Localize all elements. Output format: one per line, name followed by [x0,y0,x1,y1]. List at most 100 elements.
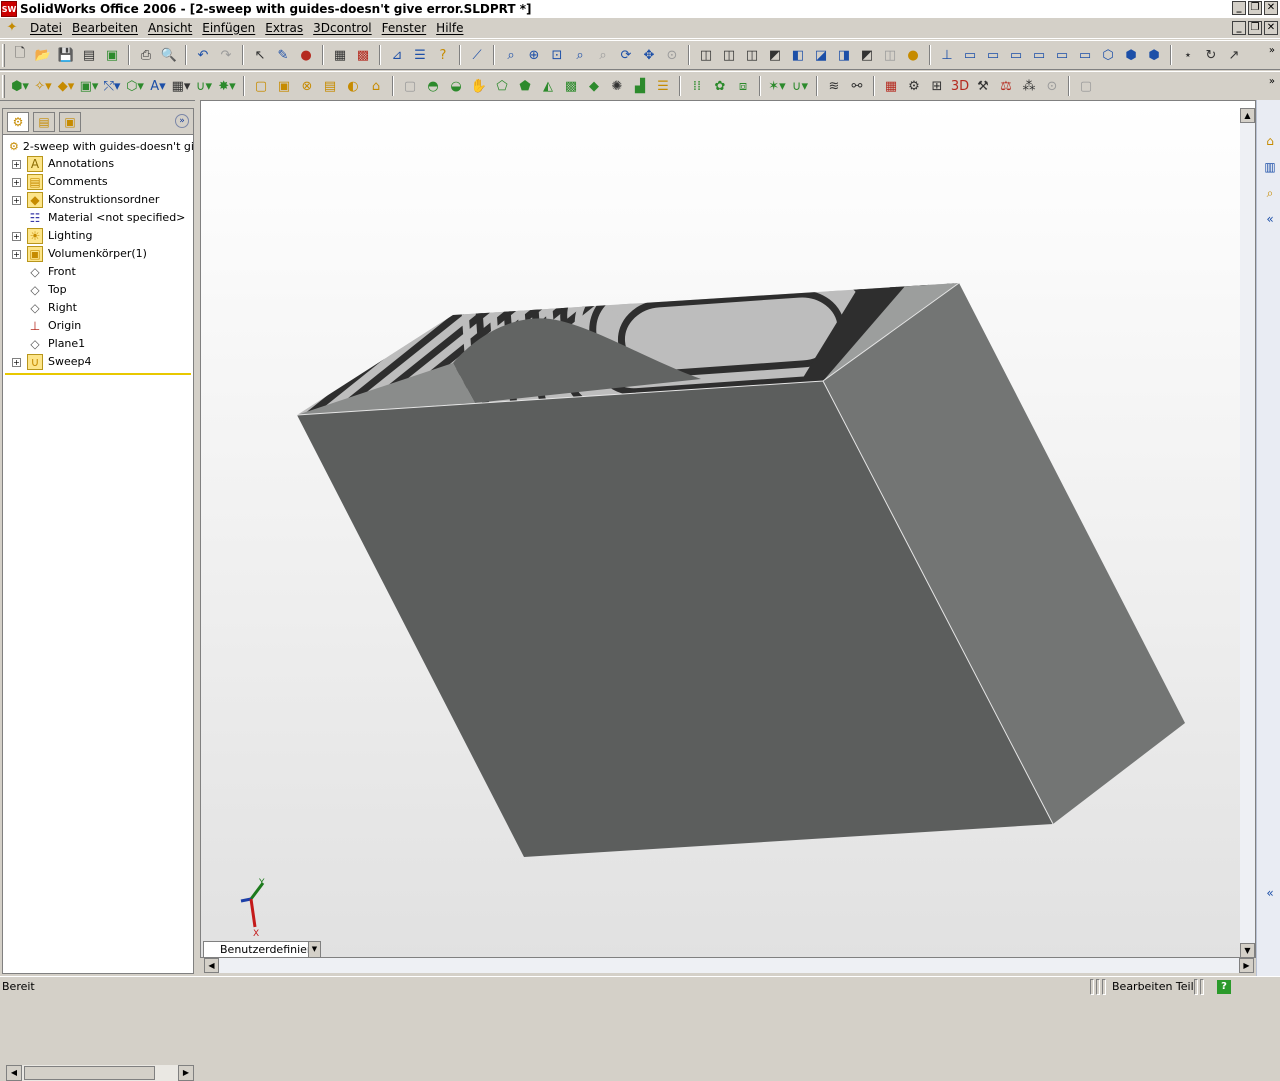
view-orientation-dropdown[interactable]: Benutzerdefiniert ▼ [203,941,321,958]
menu-datei[interactable]: Datei [25,19,67,38]
solidworks-logo-icon[interactable]: ✦ [3,20,21,36]
hook-dropdown-icon[interactable]: ∪▾ [790,76,810,96]
rollback-bar[interactable] [5,373,191,375]
tree-item-konstruktionsordner[interactable]: + ◆ Konstruktionsordner [3,191,193,209]
layout-dropdown-icon[interactable]: ▦▾ [171,76,191,96]
feature-15-icon[interactable]: ◆ [584,76,604,96]
shaded-with-edges-icon[interactable]: ◩ [765,45,785,65]
design-library-icon[interactable]: ▥ [1261,158,1279,176]
curve-icon[interactable]: ↻ [1201,45,1221,65]
undo-icon[interactable]: ↶ [193,45,213,65]
left-view-icon[interactable]: ▭ [1006,45,1026,65]
perspective-icon[interactable]: ◨ [834,45,854,65]
dimetric-view-icon[interactable]: ⬢ [1144,45,1164,65]
tree-item-right[interactable]: ◇ Right [3,299,193,317]
tool-h-icon[interactable]: ⁂ [1019,76,1039,96]
tool-j-icon[interactable]: ▢ [1076,76,1096,96]
property-manager-tab[interactable]: ▤ [33,111,55,132]
expand-toggle-icon[interactable]: + [12,250,21,259]
line-icon[interactable]: ↗ [1224,45,1244,65]
expand-toggle-icon[interactable]: + [12,178,21,187]
scroll-left-button[interactable]: ◀ [6,1065,22,1081]
feature-3-icon[interactable]: ⊗ [297,76,317,96]
doc-close-button[interactable]: ✕ [1264,21,1278,35]
circular-pattern-icon[interactable]: ✿ [710,76,730,96]
new-document-icon[interactable]: 🗋 [10,45,30,65]
right-view-icon[interactable]: ▭ [1029,45,1049,65]
trimetric-view-icon[interactable]: ⬢ [1121,45,1141,65]
scroll-up-button[interactable]: ▲ [1240,108,1255,123]
feature-18-icon[interactable]: ☰ [653,76,673,96]
measure-icon[interactable]: ⊿ [387,45,407,65]
toolbar-grip[interactable] [2,44,5,67]
feature-12-icon[interactable]: ⬟ [515,76,535,96]
top-view-icon[interactable]: ▭ [1052,45,1072,65]
expand-panel-icon[interactable]: » [175,114,189,128]
tree-item-lighting[interactable]: + ☀ Lighting [3,227,193,245]
menu-einfuegen[interactable]: Einfügen [197,19,260,38]
feature-manager-tab[interactable]: ⚙ [7,111,29,132]
sketch-icon[interactable]: ✎ [273,45,293,65]
model-viewport[interactable]: Y X [201,101,1256,958]
menu-hilfe[interactable]: Hilfe [431,19,468,38]
tree-item-origin[interactable]: ⊥ Origin [3,317,193,335]
bottom-view-icon[interactable]: ▭ [1075,45,1095,65]
tree-item-front[interactable]: ◇ Front [3,263,193,281]
options-icon[interactable]: ▦ [330,45,350,65]
wireframe-icon[interactable]: ◫ [696,45,716,65]
feature-8-icon[interactable]: ◓ [423,76,443,96]
tree-item-plane1[interactable]: ◇ Plane1 [3,335,193,353]
feature-1-icon[interactable]: ▢ [251,76,271,96]
back-view-icon[interactable]: ▭ [983,45,1003,65]
scroll-thumb[interactable] [24,1066,155,1080]
mold-tools-icon[interactable]: ⬡▾ [125,76,145,96]
feature-16-icon[interactable]: ✺ [607,76,627,96]
save-icon[interactable]: 💾 [56,45,76,65]
spark-dropdown-icon[interactable]: ✶▾ [767,76,787,96]
surface-dropdown-icon[interactable]: ✧▾ [33,76,53,96]
section-view-icon[interactable]: ◩ [857,45,877,65]
chevron-down-icon[interactable]: ▼ [308,942,320,957]
hidden-lines-visible-icon[interactable]: ◫ [719,45,739,65]
pan-icon[interactable]: ✥ [639,45,659,65]
features-dropdown-icon[interactable]: ▣▾ [79,76,99,96]
redo-icon[interactable]: ↷ [216,45,236,65]
dimension-dropdown-icon[interactable]: A▾ [148,76,168,96]
expand-toggle-icon[interactable]: + [12,232,21,241]
menu-extras[interactable]: Extras [260,19,308,38]
zoom-to-selection-icon[interactable]: ⌕ [593,45,613,65]
zoom-in-icon[interactable]: ⊕ [524,45,544,65]
mirror-icon[interactable]: ⧈ [733,76,753,96]
print-preview-icon[interactable]: 🔍 [159,45,179,65]
reference-geometry-icon[interactable]: ◆▾ [56,76,76,96]
sweep-curve-icon[interactable]: ∪▾ [194,76,214,96]
expand-toggle-icon[interactable]: + [12,196,21,205]
curves-dropdown-icon[interactable]: ⤲▾ [102,76,122,96]
tree-item-material-not-specified[interactable]: ☷ Material <not specified> [3,209,193,227]
extrude-dropdown-icon[interactable]: ⬢▾ [10,76,30,96]
scroll-right-button[interactable]: ▶ [178,1065,194,1081]
menu-3dcontrol[interactable]: 3Dcontrol [308,19,376,38]
render-sphere-icon[interactable]: ● [903,45,923,65]
menu-bearbeiten[interactable]: Bearbeiten [67,19,143,38]
shadows-icon[interactable]: ◪ [811,45,831,65]
tool-c-icon[interactable]: ▦ [881,76,901,96]
tree-root[interactable]: ⚙ 2-sweep with guides-doesn't give [3,137,193,155]
tree-item-annotations[interactable]: + A Annotations [3,155,193,173]
rotate-view-icon[interactable]: ⟳ [616,45,636,65]
front-view-icon[interactable]: ▭ [960,45,980,65]
tool-b-icon[interactable]: ⚯ [847,76,867,96]
open-icon[interactable]: 📂 [33,45,53,65]
grid-icon[interactable]: ▩ [353,45,373,65]
graphics-horizontal-scrollbar[interactable]: ◀ ▶ [204,958,1254,973]
view-selector-icon[interactable]: ⟋ [467,45,487,65]
realview-icon[interactable]: ◫ [880,45,900,65]
linear-pattern-icon[interactable]: ⁞⁞ [687,76,707,96]
tool-a-icon[interactable]: ≋ [824,76,844,96]
point-icon[interactable]: ⋆ [1178,45,1198,65]
graphics-area[interactable]: Y X [200,100,1256,958]
solidworks-resources-icon[interactable]: ⌂ [1261,132,1279,150]
feature-17-icon[interactable]: ▟ [630,76,650,96]
roll-view-icon[interactable]: ⊙ [662,45,682,65]
help-icon[interactable]: ? [433,45,453,65]
